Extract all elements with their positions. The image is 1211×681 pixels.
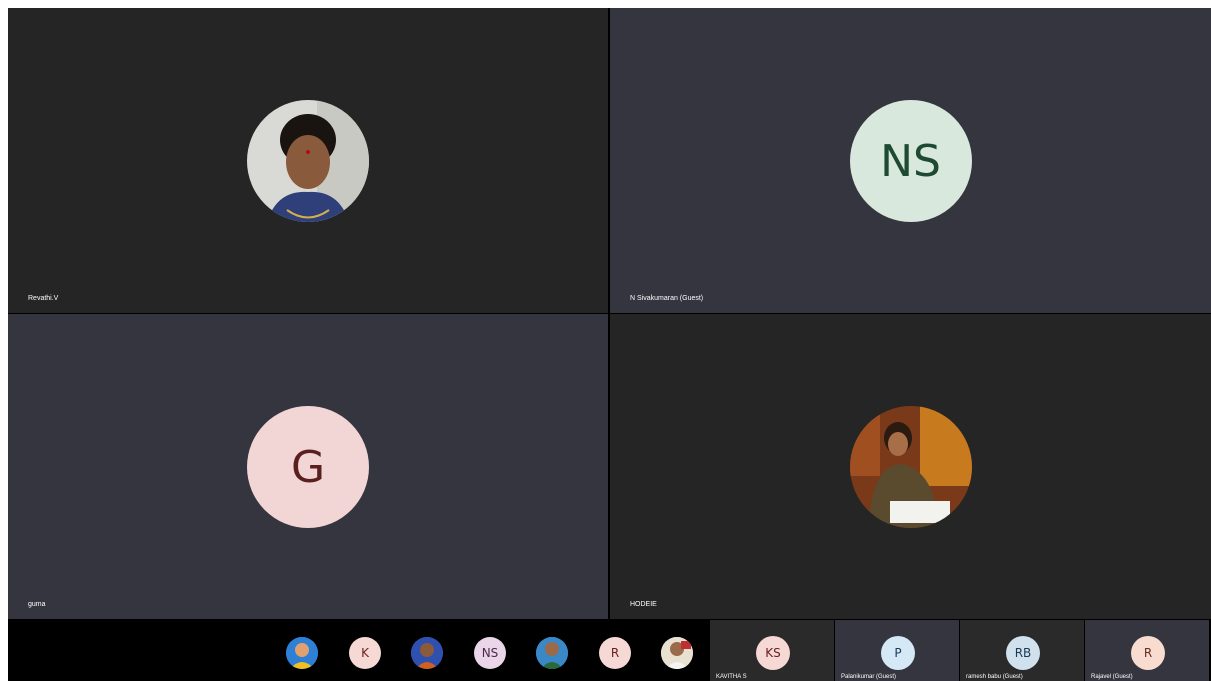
participant-name: Revathi.V <box>28 295 59 302</box>
participant-avatar-photo[interactable] <box>536 637 568 669</box>
meeting-stage: Revathi.V NS N Sivakumaran (Guest) G gum… <box>8 8 1211 681</box>
video-tile-revathi[interactable]: Revathi.V <box>8 8 608 313</box>
video-tile-guma[interactable]: G guma <box>8 314 608 619</box>
participant-photo-avatar <box>247 100 369 222</box>
participant-avatar-photo[interactable] <box>661 637 693 669</box>
participant-name: Palanikumar (Guest) <box>841 674 897 680</box>
participant-avatar-photo[interactable] <box>411 637 443 669</box>
participant-avatar-initials: P <box>881 636 915 670</box>
mini-tile-palanikumar[interactable]: P Palanikumar (Guest) <box>835 620 959 681</box>
participant-avatar-initials[interactable]: K <box>349 637 381 669</box>
avatar-initials: NS <box>880 135 941 187</box>
participant-avatar-initials[interactable]: NS <box>474 637 506 669</box>
participant-name: guma <box>28 601 46 608</box>
video-tile-hodeie[interactable]: HODEIE <box>610 314 1211 619</box>
participant-avatar-photo[interactable] <box>286 637 318 669</box>
participant-name: HODEIE <box>630 601 657 608</box>
participant-name: KAVITHA S <box>716 674 747 680</box>
participant-avatar-initials: KS <box>756 636 790 670</box>
mini-tile-rajavel[interactable]: R Rajavel (Guest) <box>1085 620 1209 681</box>
participant-photo-avatar <box>849 406 972 528</box>
participant-avatar-initials: R <box>1131 636 1165 670</box>
participant-name: N Sivakumaran (Guest) <box>630 295 704 302</box>
participant-strip: K NS R KS KAVITHA S P Palanikumar (Guest <box>8 620 1211 681</box>
mini-tile-kavitha[interactable]: KS KAVITHA S <box>710 620 834 681</box>
initials-avatar: NS <box>849 100 972 222</box>
initials-avatar: G <box>247 406 369 528</box>
mini-tile-ramesh-babu[interactable]: RB ramesh babu (Guest) <box>960 620 1084 681</box>
participant-avatar-initials: RB <box>1006 636 1040 670</box>
video-tile-n-sivakumaran[interactable]: NS N Sivakumaran (Guest) <box>610 8 1211 313</box>
avatar-initials: G <box>290 441 326 493</box>
participant-name: Rajavel (Guest) <box>1091 674 1133 680</box>
participant-name: ramesh babu (Guest) <box>966 674 1023 680</box>
participant-avatar-initials[interactable]: R <box>599 637 631 669</box>
